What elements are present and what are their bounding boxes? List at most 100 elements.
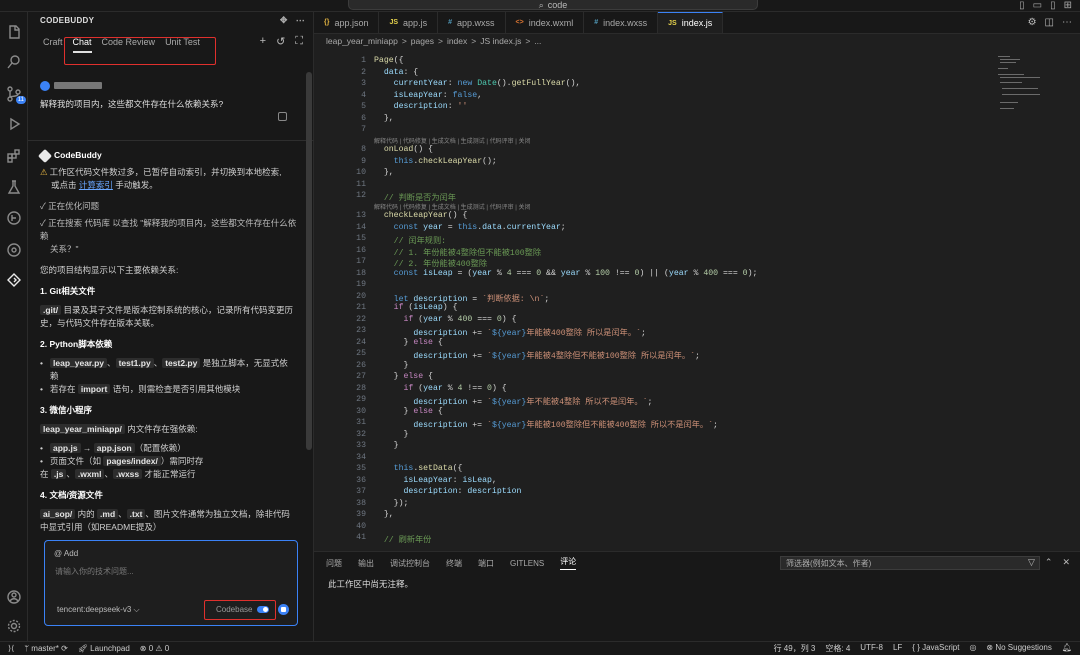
- history-icon[interactable]: ↺: [276, 35, 285, 48]
- tab-index-js[interactable]: JS index.js: [658, 12, 724, 33]
- tab-problems[interactable]: 问题: [326, 558, 342, 569]
- remote-indicator-icon[interactable]: ⟩⟨: [8, 644, 14, 653]
- source-control-icon[interactable]: 11: [4, 84, 26, 104]
- filter-icon[interactable]: ▽: [1028, 557, 1035, 568]
- tab-ports[interactable]: 端口: [478, 558, 494, 569]
- code-lens[interactable]: 解释代码 | 代码修复 | 生成文档 | 生成测试 | 代码评审 | 关闭: [374, 136, 530, 145]
- code-line: // 1. 年份能被4整除但不能被100整除: [393, 248, 542, 258]
- bot-header: CodeBuddy: [37, 148, 302, 163]
- tab-app-json[interactable]: {} app.json: [314, 12, 380, 33]
- explorer-icon[interactable]: [4, 22, 24, 42]
- user-message: 解释我的项目内，这些都文件存在什么依赖关系?: [28, 72, 314, 121]
- more-actions-icon[interactable]: ⋯: [1062, 17, 1072, 28]
- move-icon[interactable]: ✥: [280, 15, 288, 26]
- codebuddy-action-icon[interactable]: ⚙: [1028, 17, 1037, 28]
- notifications-bell-icon[interactable]: 🔔︎: [1062, 643, 1072, 654]
- add-context-button[interactable]: @ Add: [54, 549, 78, 558]
- minimap[interactable]: [994, 52, 1064, 122]
- send-button[interactable]: [278, 604, 289, 615]
- run-debug-icon[interactable]: [4, 114, 24, 134]
- code-line: currentYear: new Date().getFullYear(),: [393, 79, 581, 88]
- tab-debug-console[interactable]: 调试控制台: [390, 558, 430, 569]
- testing-icon[interactable]: [4, 177, 24, 197]
- code-line: if (year % 4 !== 0) {: [403, 383, 507, 393]
- code-line: isLeapYear: false,: [393, 90, 483, 100]
- customize-layout-icon[interactable]: ⊞: [1064, 0, 1072, 11]
- expand-icon[interactable]: ⛶: [295, 35, 303, 48]
- line-number: 16: [356, 245, 366, 255]
- tab-terminal[interactable]: 终端: [446, 558, 462, 569]
- more-icon[interactable]: ⋯: [296, 15, 305, 26]
- section-python: 2. Python脚本依赖: [40, 339, 113, 349]
- chat-scrollbar[interactable]: [306, 72, 312, 450]
- codebuddy-icon[interactable]: [4, 270, 24, 290]
- breadcrumb-item[interactable]: JS index.js: [480, 36, 521, 46]
- cursor-position[interactable]: 行 49，列 3: [774, 643, 816, 654]
- model-selector[interactable]: tencent:deepseek-v3 ⌵: [57, 605, 140, 615]
- line-number: 23: [356, 326, 366, 335]
- code-line: },: [374, 113, 394, 123]
- remote-icon[interactable]: [4, 240, 24, 260]
- highlight-box-codebase: [204, 600, 276, 620]
- code-lens[interactable]: 解释代码 | 代码修复 | 生成文档 | 生成测试 | 代码评审 | 关闭: [374, 202, 530, 211]
- toggle-panel-icon[interactable]: ▭: [1033, 0, 1042, 11]
- codebuddy-logo-icon: [37, 148, 53, 163]
- highlight-box-tabs: [64, 37, 216, 65]
- code-line: onLoad() {: [383, 145, 433, 154]
- answer-intro: 您的项目结构显示以下主要依赖关系:: [40, 265, 179, 275]
- suggestions-status[interactable]: ⊗ No Suggestions: [986, 643, 1051, 654]
- tab-app-wxss[interactable]: # app.wxss: [438, 12, 506, 33]
- code-line: }: [374, 441, 399, 450]
- tab-craft[interactable]: Craft: [43, 37, 63, 47]
- breadcrumb-item[interactable]: leap_year_miniapp: [326, 36, 398, 46]
- line-number: 40: [356, 521, 366, 531]
- chevron-up-icon[interactable]: ⌃: [1045, 557, 1053, 568]
- indentation[interactable]: 空格: 4: [825, 643, 850, 654]
- line-number: 37: [356, 487, 366, 496]
- bottom-panel: 问题 输出 调试控制台 终端 端口 GITLENS 评论 筛选器(例如文本、作者…: [314, 551, 1080, 641]
- copilot-icon[interactable]: ◎: [969, 643, 976, 654]
- tab-gitlens[interactable]: GITLENS: [510, 559, 544, 568]
- section-docs: 4. 文档/资源文件: [40, 490, 103, 500]
- launchpad-item[interactable]: 🚀︎ Launchpad: [78, 644, 130, 653]
- tab-index-wxml[interactable]: <> index.wxml: [506, 12, 585, 33]
- search-icon[interactable]: [4, 52, 24, 72]
- list-item: 页面文件（如 pages/index/）需同时存: [40, 455, 302, 468]
- close-icon[interactable]: ✕: [1062, 557, 1070, 568]
- code-line: description += `${year}年不能被4整除 所以不是闰年。`;: [413, 398, 653, 407]
- toggle-secondary-sidebar-icon[interactable]: ▯: [1050, 0, 1056, 11]
- encoding[interactable]: UTF-8: [860, 643, 883, 654]
- tab-comments[interactable]: 评论: [560, 556, 577, 570]
- breadcrumb-item[interactable]: ...: [534, 36, 541, 46]
- problems-indicator[interactable]: ⊗ 0 ⚠ 0: [140, 644, 169, 653]
- section-miniapp-text: leap_year_miniapp/ 内文件存在强依赖:: [40, 423, 302, 436]
- settings-gear-icon[interactable]: [4, 616, 24, 636]
- breadcrumb-item[interactable]: index: [447, 36, 467, 46]
- chat-input-placeholder[interactable]: 请输入你的技术问题...: [55, 566, 134, 577]
- step-search: ✓ 正在搜索 代码库 以查找 "解释我的项目内，这些都文件存在什么依赖: [40, 218, 297, 241]
- account-icon[interactable]: [4, 587, 24, 607]
- tab-app-js[interactable]: JS app.js: [379, 12, 439, 33]
- line-ending[interactable]: LF: [893, 643, 902, 654]
- language-mode[interactable]: { } JavaScript: [912, 643, 959, 654]
- branch-indicator[interactable]: ᛘ master* ⟳: [24, 644, 68, 653]
- gitlens-icon[interactable]: [4, 208, 24, 228]
- command-center[interactable]: ⌕ code: [348, 0, 758, 10]
- tab-output[interactable]: 输出: [358, 558, 374, 569]
- comments-filter-input[interactable]: 筛选器(例如文本、作者): [780, 556, 1040, 570]
- section-miniapp: 3. 微信小程序: [40, 405, 92, 415]
- copy-icon[interactable]: [278, 112, 287, 121]
- tab-index-wxss[interactable]: # index.wxss: [584, 12, 659, 33]
- toggle-primary-sidebar-icon[interactable]: ▯: [1019, 0, 1025, 11]
- breadcrumb-item[interactable]: pages: [411, 36, 434, 46]
- split-editor-icon[interactable]: ◫: [1045, 17, 1054, 28]
- new-chat-icon[interactable]: +: [260, 35, 266, 48]
- compute-index-link[interactable]: 计算索引: [79, 180, 113, 190]
- breadcrumb: leap_year_miniapp > pages > index > JS i…: [326, 36, 542, 46]
- code-line: this.setData({: [393, 464, 463, 473]
- line-number: 18: [356, 268, 366, 278]
- code-editor[interactable]: 1 Page({ 2 data: { 3 currentYear: new Dat…: [314, 52, 994, 551]
- js-file-icon: JS: [389, 19, 399, 26]
- chat-scroll-area[interactable]: 解释我的项目内，这些都文件存在什么依赖关系? CodeBuddy ⚠ 工作区代码文…: [28, 72, 314, 532]
- extensions-icon[interactable]: [4, 146, 24, 166]
